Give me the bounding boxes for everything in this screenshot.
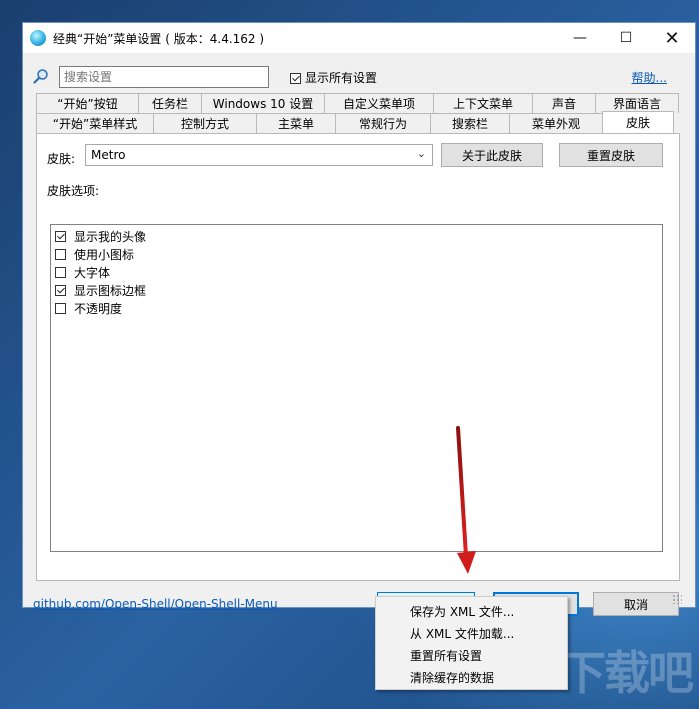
search-icon <box>33 69 48 84</box>
title-bar[interactable]: 经典“开始”菜单设置 ( 版本：4.4.162 ) — ☐ ✕ <box>23 23 695 53</box>
help-link[interactable]: 帮助... <box>632 69 667 86</box>
skin-option-show-avatar[interactable]: 显示我的头像 <box>55 227 658 245</box>
skin-option-label: 使用小图标 <box>74 247 135 262</box>
tab-windows10-settings[interactable]: Windows 10 设置 <box>201 93 325 113</box>
chevron-down-icon: ⌄ <box>416 147 426 160</box>
about-skin-button[interactable]: 关于此皮肤 <box>441 143 543 167</box>
search-input[interactable] <box>59 66 269 88</box>
skin-option-opacity[interactable]: 不透明度 <box>55 299 658 317</box>
skin-option-small-icons[interactable]: 使用小图标 <box>55 245 658 263</box>
backup-dropdown-menu: 保存为 XML 文件... 从 XML 文件加载... 重置所有设置 清除缓存的… <box>375 596 568 690</box>
menu-item-save-xml[interactable]: 保存为 XML 文件... <box>376 600 567 622</box>
tab-start-menu-style[interactable]: “开始”菜单样式 <box>36 113 154 133</box>
tab-search-box[interactable]: 搜索栏 <box>430 113 510 133</box>
menu-item-clear-cache[interactable]: 清除缓存的数据 <box>376 666 567 688</box>
skin-options-label: 皮肤选项: <box>47 184 100 198</box>
github-link[interactable]: github.com/Open-Shell/Open-Shell-Menu <box>33 597 278 611</box>
checkbox-unchecked-icon[interactable] <box>55 302 66 314</box>
skin-option-label: 大字体 <box>74 265 111 280</box>
window-content: 显示所有设置 帮助... “开始”按钮 任务栏 Windows 10 设置 自定… <box>33 53 685 616</box>
window-controls: — ☐ ✕ <box>557 23 695 53</box>
app-shell-icon <box>30 30 46 46</box>
resize-grip-icon[interactable] <box>672 594 682 604</box>
skin-option-icon-frames[interactable]: 显示图标边框 <box>55 281 658 299</box>
close-button[interactable]: ✕ <box>649 23 695 53</box>
checkbox-checked-icon[interactable] <box>55 284 66 296</box>
tab-row-1: “开始”按钮 任务栏 Windows 10 设置 自定义菜单项 上下文菜单 声音… <box>36 93 679 113</box>
show-all-settings-label: 显示所有设置 <box>305 71 378 85</box>
tab-taskbar[interactable]: 任务栏 <box>138 93 202 113</box>
tab-menu-look[interactable]: 菜单外观 <box>509 113 603 133</box>
skin-option-label: 显示我的头像 <box>74 229 147 244</box>
skin-option-label: 显示图标边框 <box>74 283 147 298</box>
show-all-settings-check-icon[interactable] <box>290 73 301 84</box>
settings-window: 经典“开始”菜单设置 ( 版本：4.4.162 ) — ☐ ✕ 显示所有设置 帮… <box>22 22 696 616</box>
minimize-button[interactable]: — <box>557 23 603 53</box>
checkbox-unchecked-icon[interactable] <box>55 266 66 278</box>
tab-sounds[interactable]: 声音 <box>532 93 596 113</box>
tab-start-button[interactable]: “开始”按钮 <box>36 93 139 113</box>
tab-language[interactable]: 界面语言 <box>595 93 679 113</box>
window-title: 经典“开始”菜单设置 ( 版本：4.4.162 ) <box>53 31 265 46</box>
skin-option-label: 不透明度 <box>74 301 123 316</box>
tab-custom-menu-items[interactable]: 自定义菜单项 <box>324 93 434 113</box>
maximize-button[interactable]: ☐ <box>603 23 649 53</box>
menu-item-reset-all[interactable]: 重置所有设置 <box>376 644 567 666</box>
watermark-logo: 下载吧 <box>560 646 694 700</box>
skin-options-list: 显示我的头像 使用小图标 大字体 显示图标边框 不透明度 <box>50 224 663 552</box>
skin-option-large-font[interactable]: 大字体 <box>55 263 658 281</box>
tab-main-menu[interactable]: 主菜单 <box>256 113 336 133</box>
checkbox-checked-icon[interactable] <box>55 230 66 242</box>
tab-controls[interactable]: 控制方式 <box>153 113 257 133</box>
tab-row-2: “开始”菜单样式 控制方式 主菜单 常规行为 搜索栏 菜单外观 皮肤 <box>36 111 674 133</box>
skin-dropdown-value: Metro <box>91 148 126 162</box>
skin-tab-panel: 皮肤: Metro ⌄ 关于此皮肤 重置皮肤 皮肤选项: 显示我的头像 使用小图… <box>36 133 680 581</box>
show-all-settings-checkbox[interactable]: 显示所有设置 <box>290 69 377 86</box>
checkbox-unchecked-icon[interactable] <box>55 248 66 260</box>
tab-general-behavior[interactable]: 常规行为 <box>335 113 431 133</box>
reset-skin-button[interactable]: 重置皮肤 <box>559 143 663 167</box>
menu-item-load-xml[interactable]: 从 XML 文件加载... <box>376 622 567 644</box>
tab-context-menu[interactable]: 上下文菜单 <box>433 93 533 113</box>
cancel-button[interactable]: 取消 <box>593 592 679 616</box>
skin-label: 皮肤: <box>47 152 76 166</box>
tab-skin[interactable]: 皮肤 <box>602 111 674 133</box>
skin-dropdown[interactable]: Metro ⌄ <box>85 144 433 166</box>
